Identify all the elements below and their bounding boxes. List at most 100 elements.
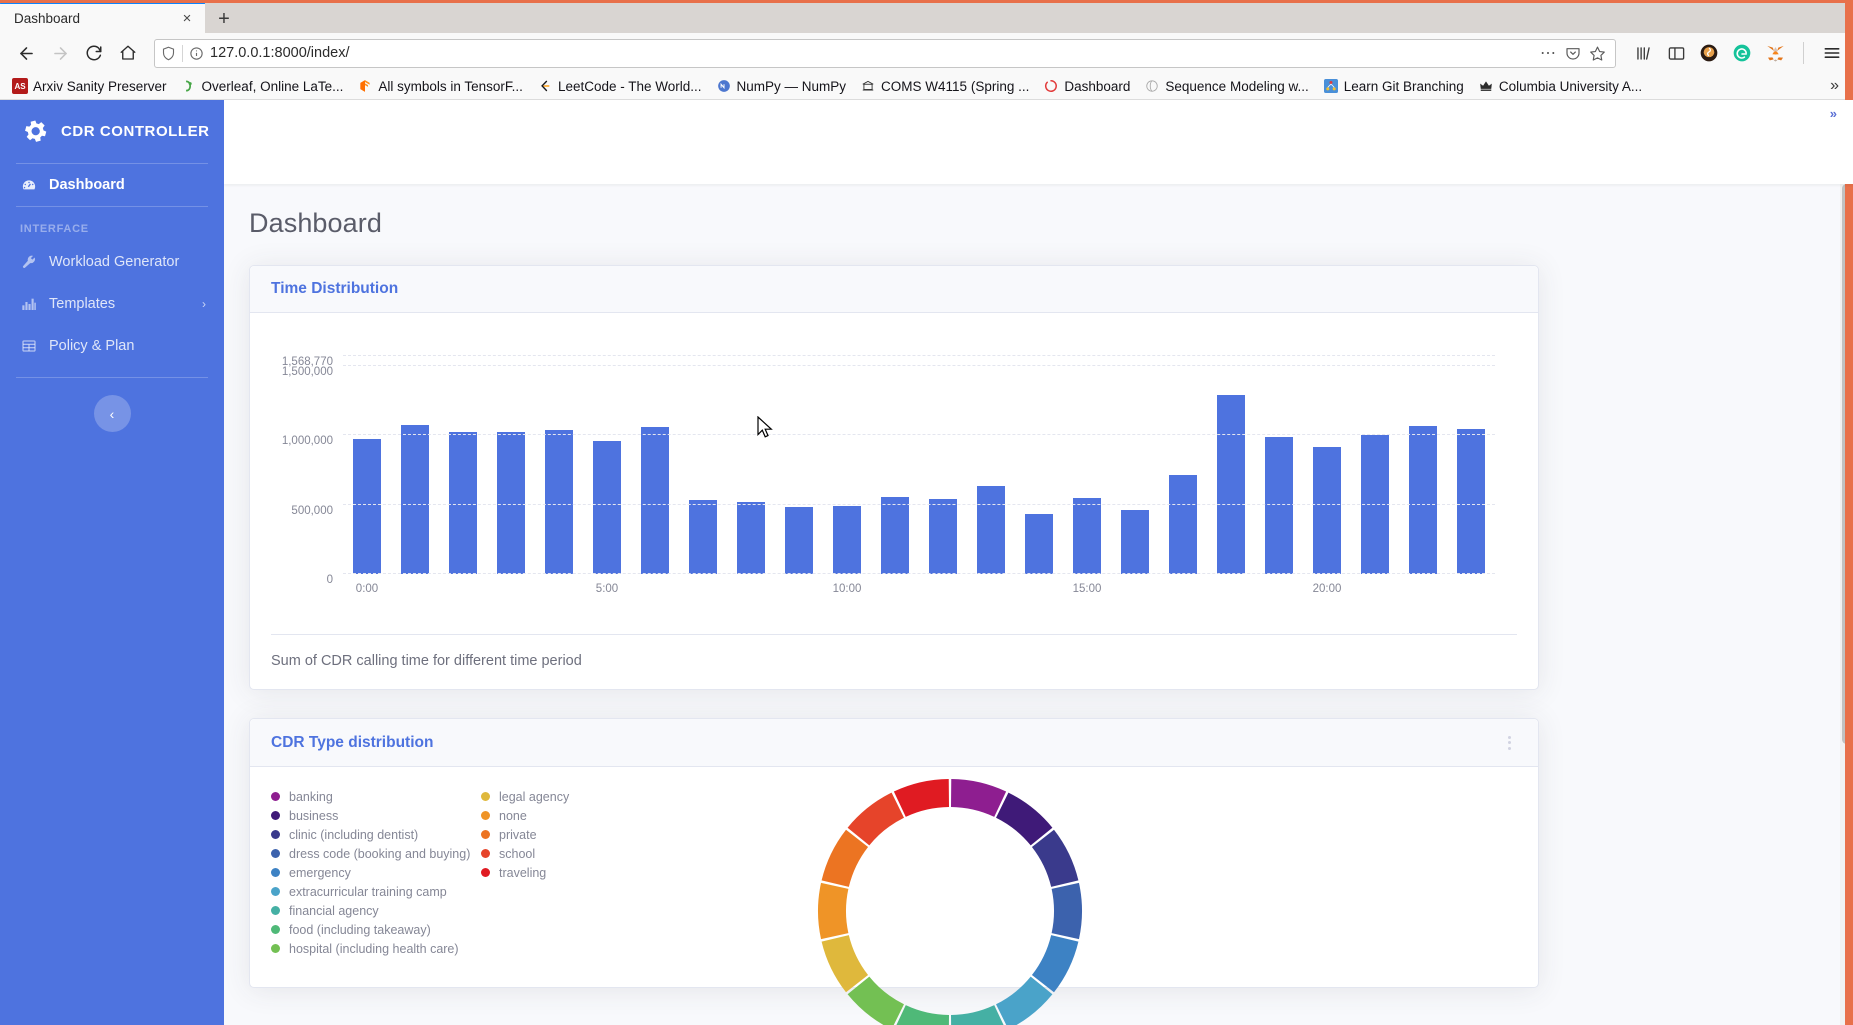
sidebar-item-policy-and-plan[interactable]: Policy & Plan [0, 325, 224, 367]
library-icon[interactable] [1632, 42, 1654, 64]
sidebar-item-dashboard[interactable]: Dashboard [0, 164, 224, 206]
bar-slot[interactable] [823, 356, 871, 574]
bar[interactable] [1265, 437, 1293, 574]
bar[interactable] [1025, 514, 1053, 574]
hamburger-menu-icon[interactable] [1821, 42, 1843, 64]
bar-slot[interactable] [919, 356, 967, 574]
bar[interactable] [1169, 475, 1197, 574]
legend-item[interactable]: extracurricular training camp [271, 882, 481, 901]
donut-segment[interactable] [894, 1005, 950, 1025]
legend-item[interactable]: dress code (booking and buying) [271, 844, 481, 863]
browser-tab[interactable]: Dashboard × [0, 2, 205, 33]
legend-item[interactable]: traveling [481, 863, 681, 882]
bar[interactable] [977, 485, 1005, 574]
bar[interactable] [881, 496, 909, 574]
reload-button[interactable] [78, 38, 110, 68]
legend-item[interactable]: private [481, 825, 681, 844]
bar-slot[interactable] [343, 356, 391, 574]
donut-chart[interactable] [810, 771, 1090, 1025]
page-actions-icon[interactable]: ⋯ [1540, 43, 1557, 63]
bar-slot[interactable] [1303, 356, 1351, 574]
bar[interactable] [1217, 394, 1245, 574]
bar[interactable] [1457, 429, 1485, 574]
bar[interactable] [929, 498, 957, 574]
shield-icon[interactable] [161, 46, 176, 61]
donut-segment[interactable] [950, 779, 1007, 817]
bar[interactable] [641, 426, 669, 574]
back-button[interactable] [10, 38, 42, 68]
bookmark-item[interactable]: LeetCode - The World... [531, 76, 708, 96]
bookmark-item[interactable]: COMS W4115 (Spring ... [854, 76, 1035, 96]
bar-slot[interactable] [1399, 356, 1447, 574]
legend-item[interactable]: hospital (including health care) [271, 939, 481, 958]
new-tab-button[interactable]: + [209, 5, 239, 33]
bar[interactable] [1073, 498, 1101, 574]
donut-segment[interactable] [847, 792, 904, 846]
legend-item[interactable]: clinic (including dentist) [271, 825, 481, 844]
legend-item[interactable]: financial agency [271, 901, 481, 920]
address-bar[interactable]: 127.0.0.1:8000/index/ ⋯ [154, 38, 1616, 68]
sidebar-toggle-button[interactable]: ‹ [93, 395, 131, 432]
legend-item[interactable]: legal agency [481, 787, 681, 806]
bar-slot[interactable] [679, 356, 727, 574]
bookmarks-overflow-icon[interactable]: » [1822, 77, 1847, 95]
bookmark-item[interactable]: Learn Git Branching [1317, 76, 1470, 96]
grammarly-icon[interactable] [1731, 42, 1753, 64]
bar-slot[interactable] [1111, 356, 1159, 574]
bookmark-item[interactable]: AS Arxiv Sanity Preserver [6, 76, 173, 96]
sidebar-item-templates[interactable]: Templates › [0, 283, 224, 325]
bar[interactable] [737, 502, 765, 574]
bar-slot[interactable] [631, 356, 679, 574]
legend-item[interactable]: business [271, 806, 481, 825]
bookmark-item[interactable]: NumPy — NumPy [710, 76, 853, 96]
bar-slot[interactable] [1159, 356, 1207, 574]
bar[interactable] [833, 505, 861, 574]
bar-slot[interactable] [967, 356, 1015, 574]
bar[interactable] [593, 440, 621, 574]
bar[interactable] [1409, 426, 1437, 574]
card-menu-icon[interactable] [1502, 733, 1517, 752]
bar-chart[interactable]: 0:00 1:002:003:004:00 5:00 6:007:008:009:00… [271, 340, 1517, 610]
bookmark-item[interactable]: Dashboard [1037, 76, 1136, 96]
bar-slot[interactable] [583, 356, 631, 574]
sidebar-icon[interactable] [1665, 42, 1687, 64]
bar-slot[interactable] [487, 356, 535, 574]
legend-item[interactable]: banking [271, 787, 481, 806]
bar-slot[interactable] [727, 356, 775, 574]
site-info-icon[interactable] [189, 46, 204, 61]
metamask-fox-icon[interactable] [1764, 42, 1786, 64]
bar-slot[interactable] [391, 356, 439, 574]
donut-segment[interactable] [818, 882, 849, 940]
donut-segment[interactable] [1051, 882, 1082, 940]
bar[interactable] [401, 425, 429, 574]
legend-item[interactable]: emergency [271, 863, 481, 882]
bar-slot[interactable] [1255, 356, 1303, 574]
legend-item[interactable]: none [481, 806, 681, 825]
bar[interactable] [785, 506, 813, 574]
bar-slot[interactable] [1063, 356, 1111, 574]
bar-slot[interactable] [1015, 356, 1063, 574]
scroll-container[interactable]: Dashboard Time Distribution 0:00 1:002:00… [224, 184, 1853, 1025]
home-button[interactable] [112, 38, 144, 68]
bar-slot[interactable] [775, 356, 823, 574]
bookmark-item[interactable]: Sequence Modeling w... [1138, 76, 1314, 96]
bar[interactable] [545, 430, 573, 574]
bar-slot[interactable] [1207, 356, 1255, 574]
topbar-expand-icon[interactable]: » [1830, 106, 1837, 121]
bar[interactable] [353, 439, 381, 574]
donut-segment[interactable] [996, 792, 1053, 846]
sidebar-item-workload-generator[interactable]: Workload Generator [0, 241, 224, 283]
donut-segment[interactable] [893, 779, 950, 817]
forward-button[interactable] [44, 38, 76, 68]
bookmark-item[interactable]: All symbols in TensorF... [351, 76, 529, 96]
bar-slot[interactable] [439, 356, 487, 574]
bar-slot[interactable] [871, 356, 919, 574]
bookmark-item[interactable]: Columbia University A... [1472, 76, 1648, 96]
bar-slot[interactable] [1351, 356, 1399, 574]
legend-item[interactable]: school [481, 844, 681, 863]
bar[interactable] [1313, 446, 1341, 574]
bar[interactable] [1121, 510, 1149, 574]
coffee-extension-icon[interactable] [1698, 42, 1720, 64]
bar-slot[interactable] [535, 356, 583, 574]
close-icon[interactable]: × [177, 9, 197, 29]
